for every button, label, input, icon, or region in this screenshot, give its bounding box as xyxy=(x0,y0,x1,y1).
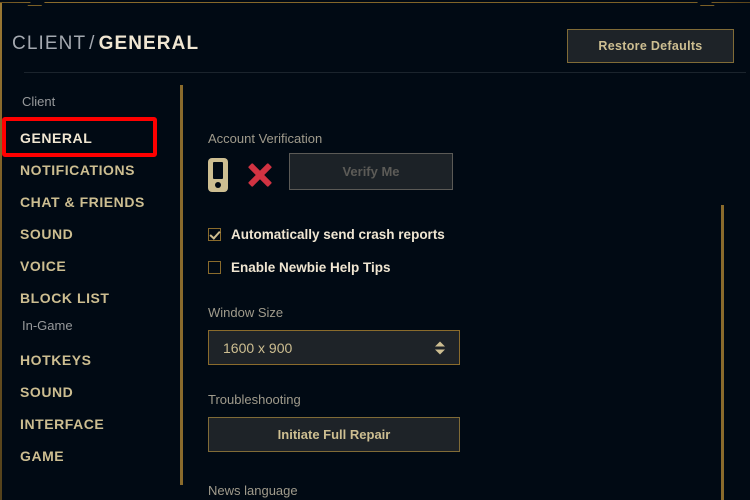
newbie-help-tips-label: Enable Newbie Help Tips xyxy=(231,260,391,275)
sidebar-item-sound-ingame[interactable]: SOUND xyxy=(2,378,180,406)
settings-window: CLIENT / GENERAL Restore Defaults Client G… xyxy=(0,0,750,500)
sidebar-item-label: SOUND xyxy=(20,226,74,242)
newbie-help-tips-checkbox[interactable] xyxy=(208,261,221,274)
window-size-value: 1600 x 900 xyxy=(223,339,293,356)
sidebar-group-label-client: Client xyxy=(22,94,56,109)
sidebar-divider xyxy=(180,85,183,485)
settings-content-panel: Account Verification Verify Me Automatic… xyxy=(184,80,750,500)
sidebar-item-notifications[interactable]: NOTIFICATIONS xyxy=(2,156,180,184)
restore-defaults-button[interactable]: Restore Defaults xyxy=(567,29,734,63)
window-size-select[interactable]: 1600 x 900 xyxy=(208,330,460,365)
sidebar-item-label: SOUND xyxy=(20,384,74,400)
sidebar-item-label: GAME xyxy=(20,448,65,464)
crash-reports-checkbox-row[interactable]: Automatically send crash reports xyxy=(208,227,445,242)
account-verification-label: Account Verification xyxy=(208,131,323,146)
crash-reports-checkbox[interactable] xyxy=(208,228,221,241)
phone-icon xyxy=(208,158,228,192)
sidebar-item-label: CHAT & FRIENDS xyxy=(20,194,145,210)
initiate-full-repair-button[interactable]: Initiate Full Repair xyxy=(208,417,460,452)
sidebar-item-hotkeys[interactable]: HOTKEYS xyxy=(2,346,180,374)
content-scrollbar-thumb[interactable] xyxy=(721,205,724,500)
chevron-down-icon[interactable] xyxy=(435,349,445,354)
sidebar-item-block-list[interactable]: BLOCK LIST xyxy=(2,284,180,312)
sidebar-item-label: NOTIFICATIONS xyxy=(20,162,135,178)
breadcrumb-root[interactable]: CLIENT xyxy=(12,33,86,54)
breadcrumb-current: GENERAL xyxy=(98,33,200,54)
sidebar-item-game[interactable]: GAME xyxy=(2,442,180,470)
newbie-help-tips-checkbox-row[interactable]: Enable Newbie Help Tips xyxy=(208,260,391,275)
troubleshooting-label: Troubleshooting xyxy=(208,392,301,407)
breadcrumb-separator: / xyxy=(89,33,96,54)
crash-reports-label: Automatically send crash reports xyxy=(231,227,445,242)
settings-sidebar: Client GENERAL NOTIFICATIONS CHAT & FRIE… xyxy=(2,80,180,500)
breadcrumb: CLIENT / GENERAL xyxy=(12,33,199,55)
sidebar-item-interface[interactable]: INTERFACE xyxy=(2,410,180,438)
news-language-label: News language xyxy=(208,483,298,498)
sidebar-item-label: GENERAL xyxy=(20,130,93,146)
sidebar-group-label-in-game: In-Game xyxy=(22,318,73,333)
spinner-chevrons-icon[interactable] xyxy=(435,341,445,354)
header-divider xyxy=(24,72,746,73)
sidebar-item-label: INTERFACE xyxy=(20,416,105,432)
sidebar-item-sound-client[interactable]: SOUND xyxy=(2,220,180,248)
sidebar-item-label: HOTKEYS xyxy=(20,352,92,368)
sidebar-item-label: BLOCK LIST xyxy=(20,290,110,306)
sidebar-item-general[interactable]: GENERAL xyxy=(2,124,180,152)
window-size-label: Window Size xyxy=(208,305,284,320)
chevron-up-icon[interactable] xyxy=(435,341,445,346)
sidebar-item-chat-and-friends[interactable]: CHAT & FRIENDS xyxy=(2,188,180,216)
sidebar-item-voice[interactable]: VOICE xyxy=(2,252,180,280)
x-mark-icon xyxy=(246,161,274,189)
window-header: CLIENT / GENERAL Restore Defaults xyxy=(2,3,750,72)
verify-me-button[interactable]: Verify Me xyxy=(289,153,453,190)
sidebar-item-label: VOICE xyxy=(20,258,67,274)
